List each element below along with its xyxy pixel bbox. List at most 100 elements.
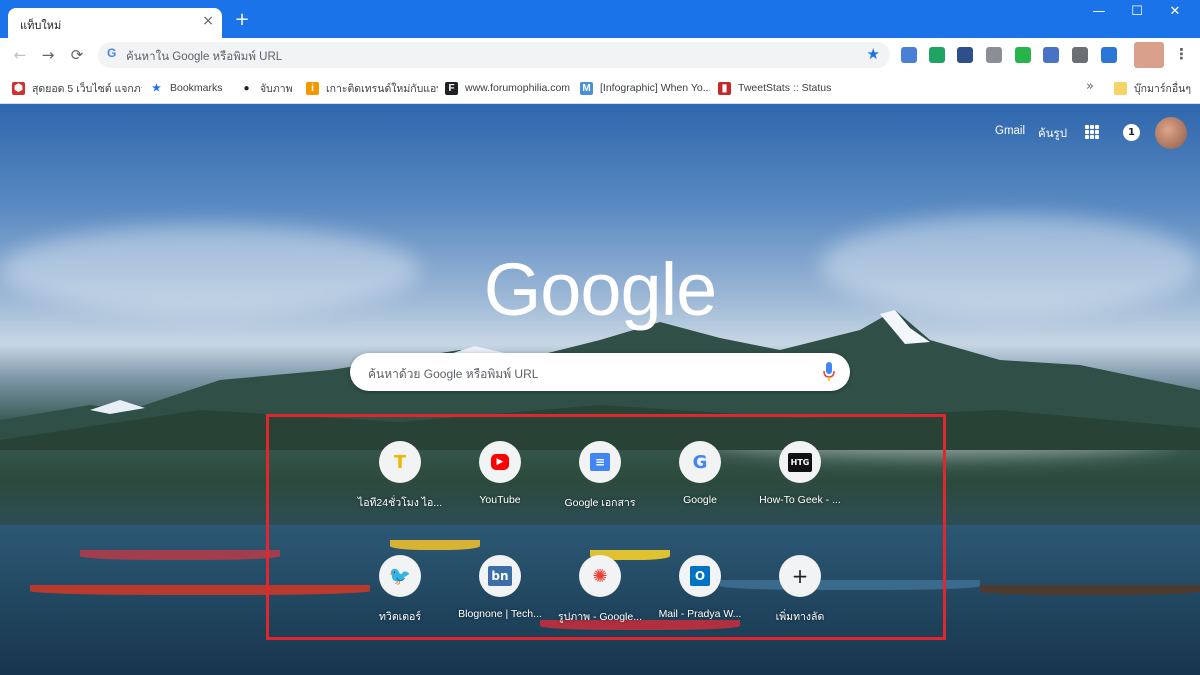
camera-extension-icon[interactable]: [1072, 47, 1088, 63]
ublock-extension-icon[interactable]: [1043, 47, 1059, 63]
images-link[interactable]: ค้นรูป: [1038, 125, 1067, 143]
google-g-icon: G: [107, 46, 117, 60]
add-shortcut-tile[interactable]: + เพิ่มทางลัด: [750, 555, 850, 645]
bookmark-label: สุดยอด 5 เว็บไซต์ แจกภาพ...: [32, 82, 142, 95]
shortcut-icon-circle: T: [379, 441, 421, 483]
shortcut-icon-circle: G: [679, 441, 721, 483]
bookmark-label: Bookmarks: [170, 82, 223, 94]
window-extension-icon[interactable]: [1101, 47, 1117, 63]
google-photos-icon: ✺: [592, 565, 608, 587]
address-placeholder: ค้นหาใน Google หรือพิมพ์ URL: [126, 51, 283, 63]
back-button[interactable]: ←: [9, 44, 31, 66]
shortcut-icon-circle: ≡: [579, 441, 621, 483]
twitter-icon: 🐦: [388, 565, 412, 587]
bookmark-label: จับภาพ: [260, 82, 293, 95]
blognone-icon: bn: [488, 566, 512, 586]
shortcut-tile[interactable]: HTG How-To Geek - ...: [750, 441, 850, 531]
bookmark-extension-icon[interactable]: [957, 47, 973, 63]
folder-icon: [1114, 81, 1127, 95]
bookmark-item[interactable]: ● จับภาพ: [240, 80, 300, 96]
shortcut-tile[interactable]: ▶ YouTube: [450, 441, 550, 531]
star-icon: ★: [152, 82, 161, 94]
shortcut-tile[interactable]: O Mail - Pradya W...: [650, 555, 750, 645]
shortcut-icon-circle: ▶: [479, 441, 521, 483]
shortcut-label: How-To Geek - ...: [759, 494, 841, 506]
info-icon: i: [306, 81, 319, 95]
other-bookmarks-label: บุ๊กมาร์กอื่นๆ: [1134, 82, 1191, 95]
new-tab-page: Gmail ค้นรูป 1 Google ค้นหาด้วย Google ห…: [0, 105, 1200, 675]
bookmarks-bar: ⬢ สุดยอด 5 เว็บไซต์ แจกภาพ... ★ Bookmarks ● จ…: [0, 72, 1200, 104]
forum-icon: F: [445, 81, 458, 95]
shortcut-icon-circle: O: [679, 555, 721, 597]
new-tab-button[interactable]: +: [232, 9, 252, 30]
maximize-button[interactable]: ☐: [1125, 4, 1149, 19]
shortcut-label: Google: [683, 494, 717, 506]
google-logo: Google: [483, 248, 718, 331]
bookmark-item[interactable]: M [Infographic] When Yo...: [580, 80, 710, 96]
shortcut-icon-circle: ✺: [579, 555, 621, 597]
apple-icon: ●: [243, 82, 250, 94]
shortcut-label: ไอที24ชั่วโมง ไอ...: [357, 497, 443, 509]
bookmark-item[interactable]: ⬢ สุดยอด 5 เว็บไซต์ แจกภาพ...: [12, 80, 142, 96]
shortcut-tile[interactable]: G Google: [650, 441, 750, 531]
screenshot-extension-icon[interactable]: [986, 47, 1002, 63]
youtube-icon: ▶: [490, 454, 510, 470]
profile-button[interactable]: [1134, 42, 1164, 68]
shortcut-icon-circle: +: [779, 555, 821, 597]
minimize-button[interactable]: —: [1087, 4, 1111, 19]
outlook-icon: O: [689, 566, 711, 586]
shortcut-tile[interactable]: ≡ Google เอกสาร: [550, 441, 650, 531]
browser-toolbar: ← → ⟳ G ค้นหาใน Google หรือพิมพ์ URL ★ ⋮: [0, 38, 1200, 72]
bookmark-star-icon[interactable]: ★: [867, 45, 880, 63]
boat-decoration: [980, 585, 1200, 595]
title-bar: แท็บใหม่ × + — ☐ ✕: [0, 0, 1200, 38]
shortcut-icon-circle: bn: [479, 555, 521, 597]
add-shortcut-icon: +: [791, 564, 809, 588]
gmail-link[interactable]: Gmail: [995, 125, 1025, 137]
google-drive-extension-icon[interactable]: [929, 47, 945, 63]
shortcut-tile[interactable]: 🐦 ทวิตเตอร์: [350, 555, 450, 645]
htg-icon: HTG: [787, 452, 813, 472]
shortcut-tile[interactable]: bn Blognone | Tech...: [450, 555, 550, 645]
microphone-icon[interactable]: [823, 362, 835, 382]
shortcut-label: ทวิตเตอร์: [379, 611, 421, 623]
close-window-button[interactable]: ✕: [1163, 4, 1187, 19]
address-bar[interactable]: G ค้นหาใน Google หรือพิมพ์ URL ★: [98, 42, 890, 68]
shortcut-tile[interactable]: T ไอที24ชั่วโมง ไอ...: [350, 441, 450, 531]
shortcut-icon-circle: HTG: [779, 441, 821, 483]
reload-button[interactable]: ⟳: [66, 44, 88, 66]
mf-icon: M: [580, 81, 593, 95]
bookmark-item[interactable]: Fwww.forumophilia.com: [445, 80, 573, 96]
tab-new-tab[interactable]: แท็บใหม่ ×: [8, 8, 222, 38]
shortcut-label: Blognone | Tech...: [458, 608, 542, 620]
shortcut-label: Google เอกสาร: [564, 497, 636, 509]
bookmark-label: www.forumophilia.com: [465, 82, 571, 94]
search-box[interactable]: ค้นหาด้วย Google หรือพิมพ์ URL: [350, 353, 850, 391]
shortcut-label: Mail - Pradya W...: [658, 608, 742, 620]
translate-extension-icon[interactable]: [901, 47, 917, 63]
google-apps-icon[interactable]: [1085, 125, 1099, 139]
bookmark-item[interactable]: ★ Bookmarks: [150, 80, 234, 96]
boat-decoration: [80, 550, 280, 560]
bookmark-item[interactable]: i เกาะติดเทรนด์ใหม่กับแอพ...: [306, 80, 438, 96]
avatar[interactable]: [1155, 117, 1187, 149]
bookmarks-overflow-button[interactable]: »: [1086, 79, 1094, 94]
close-tab-icon[interactable]: ×: [202, 13, 214, 29]
shortcut-label: รูปภาพ - Google...: [558, 611, 642, 623]
bookmark-item[interactable]: ▮ TweetStats :: Status: [718, 80, 834, 96]
shortcut-label: เพิ่มทางลัด: [775, 611, 825, 623]
bookmark-label: TweetStats :: Status: [738, 82, 832, 94]
cloud-decoration: [0, 225, 420, 315]
notifications-badge[interactable]: 1: [1123, 124, 1140, 141]
shortcut-tile[interactable]: ✺ รูปภาพ - Google...: [550, 555, 650, 645]
google-docs-icon: ≡: [589, 453, 611, 471]
bookmark-label: เกาะติดเทรนด์ใหม่กับแอพ...: [326, 82, 438, 95]
shortcut-label: YouTube: [479, 494, 521, 506]
other-bookmarks-folder[interactable]: บุ๊กมาร์กอื่นๆ: [1114, 80, 1194, 96]
cloud-decoration: [820, 215, 1200, 315]
forward-button[interactable]: →: [37, 44, 59, 66]
chart-icon: ▮: [718, 81, 731, 95]
chrome-menu-button[interactable]: ⋮: [1174, 45, 1189, 63]
share-extension-icon[interactable]: [1015, 47, 1031, 63]
shortcut-icon-circle: 🐦: [379, 555, 421, 597]
